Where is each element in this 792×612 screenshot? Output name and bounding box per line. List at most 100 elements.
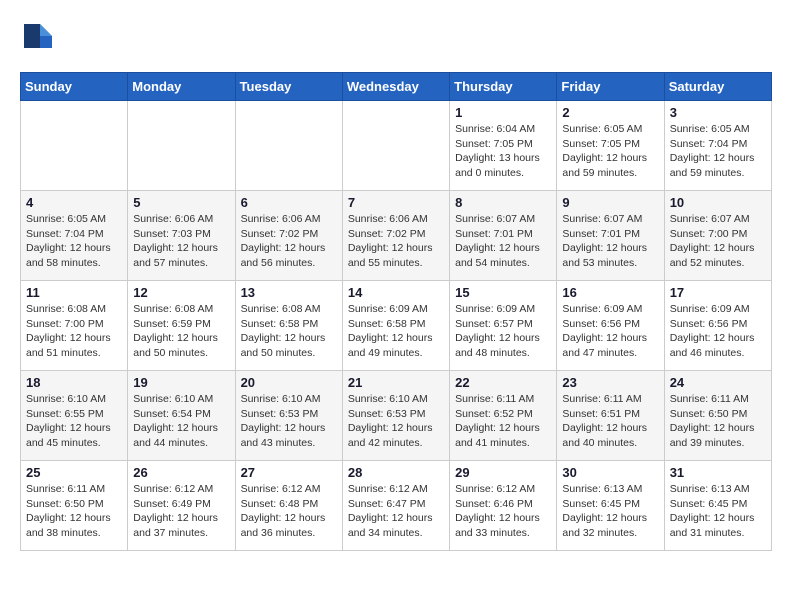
- day-info: Sunrise: 6:12 AM Sunset: 6:49 PM Dayligh…: [133, 482, 229, 541]
- day-number: 17: [670, 285, 766, 300]
- weekday-header: Saturday: [664, 73, 771, 101]
- calendar-cell: 28 Sunrise: 6:12 AM Sunset: 6:47 PM Dayl…: [342, 461, 449, 551]
- weekday-header: Friday: [557, 73, 664, 101]
- calendar-cell: 6 Sunrise: 6:06 AM Sunset: 7:02 PM Dayli…: [235, 191, 342, 281]
- calendar-cell: [128, 101, 235, 191]
- day-info: Sunrise: 6:11 AM Sunset: 6:50 PM Dayligh…: [26, 482, 122, 541]
- calendar-week-row: 1 Sunrise: 6:04 AM Sunset: 7:05 PM Dayli…: [21, 101, 772, 191]
- day-info: Sunrise: 6:08 AM Sunset: 6:58 PM Dayligh…: [241, 302, 337, 361]
- day-number: 25: [26, 465, 122, 480]
- calendar-cell: 10 Sunrise: 6:07 AM Sunset: 7:00 PM Dayl…: [664, 191, 771, 281]
- calendar-cell: 14 Sunrise: 6:09 AM Sunset: 6:58 PM Dayl…: [342, 281, 449, 371]
- calendar-cell: 15 Sunrise: 6:09 AM Sunset: 6:57 PM Dayl…: [450, 281, 557, 371]
- day-number: 22: [455, 375, 551, 390]
- calendar-cell: 2 Sunrise: 6:05 AM Sunset: 7:05 PM Dayli…: [557, 101, 664, 191]
- day-info: Sunrise: 6:12 AM Sunset: 6:47 PM Dayligh…: [348, 482, 444, 541]
- day-number: 27: [241, 465, 337, 480]
- calendar-cell: 17 Sunrise: 6:09 AM Sunset: 6:56 PM Dayl…: [664, 281, 771, 371]
- day-info: Sunrise: 6:13 AM Sunset: 6:45 PM Dayligh…: [562, 482, 658, 541]
- day-number: 2: [562, 105, 658, 120]
- day-info: Sunrise: 6:09 AM Sunset: 6:58 PM Dayligh…: [348, 302, 444, 361]
- calendar-cell: [342, 101, 449, 191]
- day-number: 4: [26, 195, 122, 210]
- calendar-cell: 13 Sunrise: 6:08 AM Sunset: 6:58 PM Dayl…: [235, 281, 342, 371]
- day-number: 7: [348, 195, 444, 210]
- day-info: Sunrise: 6:12 AM Sunset: 6:48 PM Dayligh…: [241, 482, 337, 541]
- day-info: Sunrise: 6:10 AM Sunset: 6:55 PM Dayligh…: [26, 392, 122, 451]
- calendar-week-row: 25 Sunrise: 6:11 AM Sunset: 6:50 PM Dayl…: [21, 461, 772, 551]
- day-number: 29: [455, 465, 551, 480]
- day-number: 12: [133, 285, 229, 300]
- calendar-cell: 12 Sunrise: 6:08 AM Sunset: 6:59 PM Dayl…: [128, 281, 235, 371]
- calendar-cell: 5 Sunrise: 6:06 AM Sunset: 7:03 PM Dayli…: [128, 191, 235, 281]
- page-header: [20, 20, 772, 56]
- weekday-header-row: SundayMondayTuesdayWednesdayThursdayFrid…: [21, 73, 772, 101]
- day-number: 23: [562, 375, 658, 390]
- day-info: Sunrise: 6:06 AM Sunset: 7:02 PM Dayligh…: [241, 212, 337, 271]
- calendar-cell: 29 Sunrise: 6:12 AM Sunset: 6:46 PM Dayl…: [450, 461, 557, 551]
- day-number: 18: [26, 375, 122, 390]
- calendar-cell: [21, 101, 128, 191]
- day-number: 6: [241, 195, 337, 210]
- weekday-header: Monday: [128, 73, 235, 101]
- calendar-cell: 26 Sunrise: 6:12 AM Sunset: 6:49 PM Dayl…: [128, 461, 235, 551]
- calendar-cell: 23 Sunrise: 6:11 AM Sunset: 6:51 PM Dayl…: [557, 371, 664, 461]
- day-number: 8: [455, 195, 551, 210]
- calendar-cell: 24 Sunrise: 6:11 AM Sunset: 6:50 PM Dayl…: [664, 371, 771, 461]
- day-number: 11: [26, 285, 122, 300]
- calendar-cell: 16 Sunrise: 6:09 AM Sunset: 6:56 PM Dayl…: [557, 281, 664, 371]
- day-info: Sunrise: 6:10 AM Sunset: 6:53 PM Dayligh…: [348, 392, 444, 451]
- day-number: 13: [241, 285, 337, 300]
- day-number: 20: [241, 375, 337, 390]
- calendar-cell: 27 Sunrise: 6:12 AM Sunset: 6:48 PM Dayl…: [235, 461, 342, 551]
- day-number: 10: [670, 195, 766, 210]
- day-number: 31: [670, 465, 766, 480]
- day-info: Sunrise: 6:11 AM Sunset: 6:50 PM Dayligh…: [670, 392, 766, 451]
- day-number: 5: [133, 195, 229, 210]
- day-info: Sunrise: 6:07 AM Sunset: 7:01 PM Dayligh…: [562, 212, 658, 271]
- calendar-cell: 9 Sunrise: 6:07 AM Sunset: 7:01 PM Dayli…: [557, 191, 664, 281]
- day-info: Sunrise: 6:07 AM Sunset: 7:00 PM Dayligh…: [670, 212, 766, 271]
- day-info: Sunrise: 6:10 AM Sunset: 6:53 PM Dayligh…: [241, 392, 337, 451]
- day-number: 19: [133, 375, 229, 390]
- day-info: Sunrise: 6:09 AM Sunset: 6:57 PM Dayligh…: [455, 302, 551, 361]
- calendar-cell: 8 Sunrise: 6:07 AM Sunset: 7:01 PM Dayli…: [450, 191, 557, 281]
- calendar-week-row: 4 Sunrise: 6:05 AM Sunset: 7:04 PM Dayli…: [21, 191, 772, 281]
- calendar-cell: 25 Sunrise: 6:11 AM Sunset: 6:50 PM Dayl…: [21, 461, 128, 551]
- day-info: Sunrise: 6:05 AM Sunset: 7:04 PM Dayligh…: [26, 212, 122, 271]
- logo: [20, 20, 60, 56]
- day-number: 26: [133, 465, 229, 480]
- calendar-cell: [235, 101, 342, 191]
- day-info: Sunrise: 6:11 AM Sunset: 6:52 PM Dayligh…: [455, 392, 551, 451]
- day-info: Sunrise: 6:12 AM Sunset: 6:46 PM Dayligh…: [455, 482, 551, 541]
- calendar-cell: 3 Sunrise: 6:05 AM Sunset: 7:04 PM Dayli…: [664, 101, 771, 191]
- calendar-cell: 7 Sunrise: 6:06 AM Sunset: 7:02 PM Dayli…: [342, 191, 449, 281]
- day-info: Sunrise: 6:06 AM Sunset: 7:03 PM Dayligh…: [133, 212, 229, 271]
- calendar-cell: 18 Sunrise: 6:10 AM Sunset: 6:55 PM Dayl…: [21, 371, 128, 461]
- calendar-cell: 11 Sunrise: 6:08 AM Sunset: 7:00 PM Dayl…: [21, 281, 128, 371]
- weekday-header: Tuesday: [235, 73, 342, 101]
- day-number: 24: [670, 375, 766, 390]
- day-info: Sunrise: 6:05 AM Sunset: 7:05 PM Dayligh…: [562, 122, 658, 181]
- day-number: 3: [670, 105, 766, 120]
- day-info: Sunrise: 6:04 AM Sunset: 7:05 PM Dayligh…: [455, 122, 551, 181]
- day-info: Sunrise: 6:08 AM Sunset: 7:00 PM Dayligh…: [26, 302, 122, 361]
- day-number: 16: [562, 285, 658, 300]
- calendar-cell: 31 Sunrise: 6:13 AM Sunset: 6:45 PM Dayl…: [664, 461, 771, 551]
- day-number: 21: [348, 375, 444, 390]
- day-info: Sunrise: 6:08 AM Sunset: 6:59 PM Dayligh…: [133, 302, 229, 361]
- day-number: 30: [562, 465, 658, 480]
- calendar-cell: 22 Sunrise: 6:11 AM Sunset: 6:52 PM Dayl…: [450, 371, 557, 461]
- calendar-cell: 19 Sunrise: 6:10 AM Sunset: 6:54 PM Dayl…: [128, 371, 235, 461]
- day-info: Sunrise: 6:06 AM Sunset: 7:02 PM Dayligh…: [348, 212, 444, 271]
- day-info: Sunrise: 6:11 AM Sunset: 6:51 PM Dayligh…: [562, 392, 658, 451]
- weekday-header: Wednesday: [342, 73, 449, 101]
- day-info: Sunrise: 6:09 AM Sunset: 6:56 PM Dayligh…: [670, 302, 766, 361]
- calendar-cell: 1 Sunrise: 6:04 AM Sunset: 7:05 PM Dayli…: [450, 101, 557, 191]
- day-number: 15: [455, 285, 551, 300]
- calendar-cell: 4 Sunrise: 6:05 AM Sunset: 7:04 PM Dayli…: [21, 191, 128, 281]
- day-number: 1: [455, 105, 551, 120]
- day-info: Sunrise: 6:07 AM Sunset: 7:01 PM Dayligh…: [455, 212, 551, 271]
- day-info: Sunrise: 6:10 AM Sunset: 6:54 PM Dayligh…: [133, 392, 229, 451]
- calendar-cell: 21 Sunrise: 6:10 AM Sunset: 6:53 PM Dayl…: [342, 371, 449, 461]
